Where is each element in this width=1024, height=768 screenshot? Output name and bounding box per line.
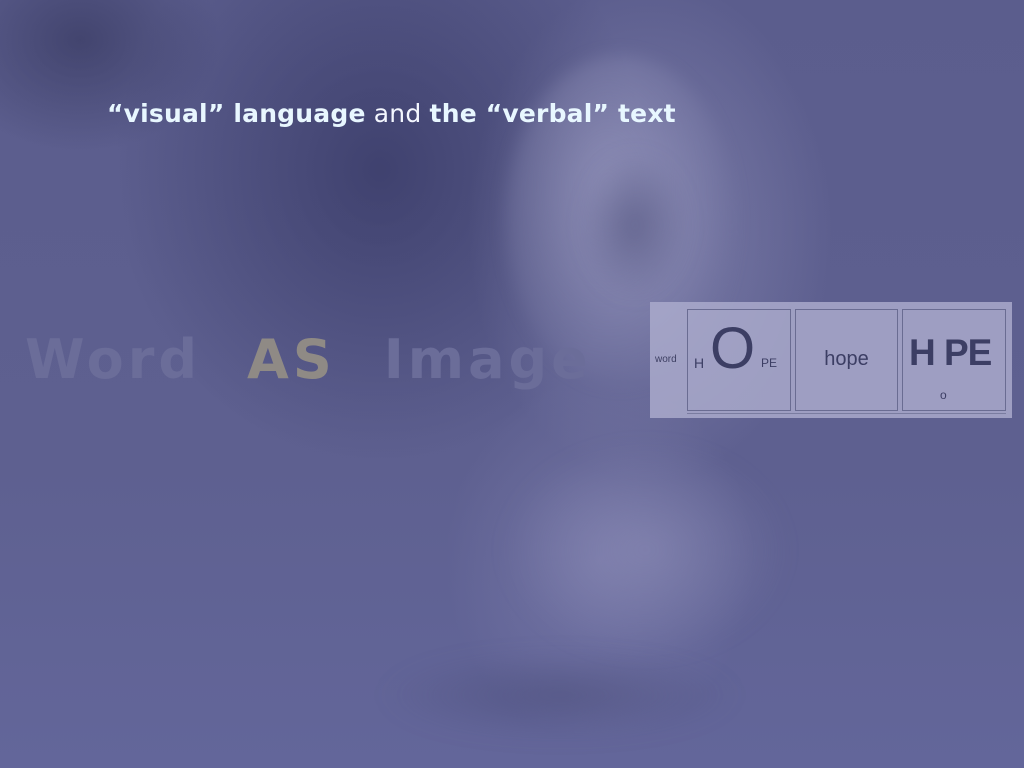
cell3-hpe: H PE xyxy=(909,332,992,373)
panel-label: word xyxy=(655,354,677,365)
panel-next-row-edge xyxy=(687,413,1006,417)
cell3-small-o: o xyxy=(940,388,947,402)
hope-cell-small-o: H PE o xyxy=(902,309,1006,411)
jaw-shadow-shape xyxy=(380,650,740,740)
title-and: and xyxy=(365,99,430,128)
hope-typography-panel: word H O PE hope H PE o xyxy=(650,302,1012,418)
cell1-o: O xyxy=(710,316,756,381)
hope-cell-plain: hope xyxy=(795,309,898,411)
cell1-h: H xyxy=(694,355,705,371)
hope-cell-big-o: H O PE xyxy=(687,309,791,411)
word-as-image-heading: Word AS Image xyxy=(25,325,592,395)
ear-shadow-shape xyxy=(580,150,690,300)
slide: “visual” language and the “verbal” text … xyxy=(0,0,1024,768)
cell1-pe: PE xyxy=(761,356,778,370)
slide-title: “visual” language and the “verbal” text xyxy=(107,96,676,132)
cell2-hope: hope xyxy=(824,348,869,370)
heading-image: Image xyxy=(383,328,592,391)
heading-as: AS xyxy=(247,328,336,391)
heading-word: Word xyxy=(25,328,202,391)
title-verbal-text: the “verbal” text xyxy=(429,99,676,128)
chin-photo-shape xyxy=(500,440,790,660)
title-visual-language: “visual” language xyxy=(107,99,366,128)
